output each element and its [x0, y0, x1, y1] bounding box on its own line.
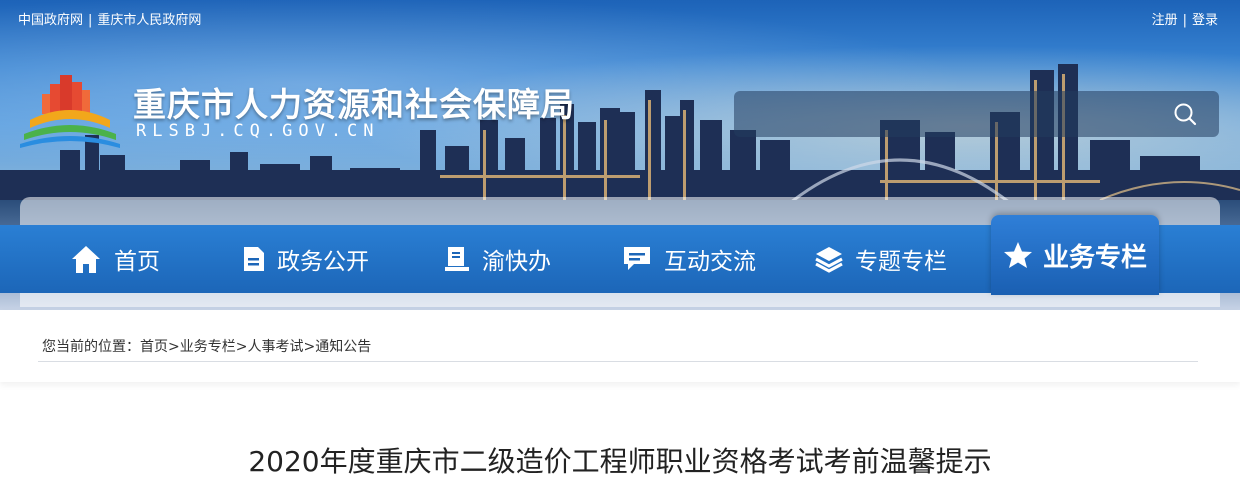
- gov-link[interactable]: 中国政府网: [18, 13, 83, 28]
- login-link[interactable]: 登录: [1192, 13, 1218, 28]
- nav-label-yukuaiban: 渝快办: [482, 249, 551, 275]
- chat-icon: [624, 247, 650, 270]
- nav-item-home[interactable]: 首页: [70, 225, 160, 293]
- breadcrumb-separator: >: [168, 339, 180, 355]
- bureau-logo-icon[interactable]: [20, 70, 120, 150]
- search-icon[interactable]: [1173, 102, 1197, 126]
- nav-label-interaction: 互动交流: [664, 249, 756, 275]
- nav-label-special-topics: 专题专栏: [855, 249, 947, 275]
- top-links-left: 中国政府网 | 重庆市人民政府网: [18, 9, 201, 28]
- breadcrumb-link-business[interactable]: 业务专栏: [180, 339, 236, 355]
- nav-item-gov-affairs[interactable]: 政务公开: [243, 225, 369, 293]
- breadcrumb-separator: >: [303, 339, 316, 355]
- separator: |: [1182, 13, 1187, 28]
- site-domain: RLSBJ.CQ.GOV.CN: [136, 121, 380, 141]
- breadcrumb-link-home[interactable]: 首页: [140, 339, 168, 355]
- nav-label-home: 首页: [114, 249, 160, 275]
- home-icon: [72, 246, 100, 273]
- breadcrumb: 您当前的位置：首页>业务专栏>人事考试>通知公告: [42, 336, 371, 356]
- search-input[interactable]: [748, 101, 1152, 129]
- breadcrumb-separator: >: [235, 339, 248, 355]
- nav-item-special-topics[interactable]: 专题专栏: [815, 225, 947, 293]
- layers-icon: [815, 247, 843, 273]
- search-bar: [734, 91, 1219, 137]
- register-link[interactable]: 注册: [1152, 13, 1178, 28]
- separator: |: [88, 13, 93, 28]
- breadcrumb-divider: [38, 361, 1198, 362]
- site-title[interactable]: 重庆市人力资源和社会保障局: [133, 78, 575, 126]
- account-links: 注册 | 登录: [1152, 9, 1218, 28]
- document-icon: [244, 247, 264, 271]
- nav-item-business-active[interactable]: 业务专栏: [991, 215, 1159, 295]
- city-gov-link[interactable]: 重庆市人民政府网: [97, 13, 201, 28]
- breadcrumb-prefix: 您当前的位置：: [42, 339, 140, 355]
- nav-item-yukuaiban[interactable]: 渝快办: [444, 225, 551, 293]
- nav-item-interaction[interactable]: 互动交流: [622, 225, 756, 293]
- nav-label-business: 业务专栏: [1042, 242, 1147, 273]
- nav-label-gov-affairs: 政务公开: [277, 249, 369, 275]
- article-title: 2020年度重庆市二级造价工程师职业资格考试考前温馨提示: [248, 445, 992, 478]
- breadcrumb-link-exams[interactable]: 人事考试: [247, 339, 303, 355]
- star-icon: [1003, 242, 1032, 268]
- book-icon: [445, 247, 469, 271]
- breadcrumb-link-notices[interactable]: 通知公告: [315, 339, 371, 355]
